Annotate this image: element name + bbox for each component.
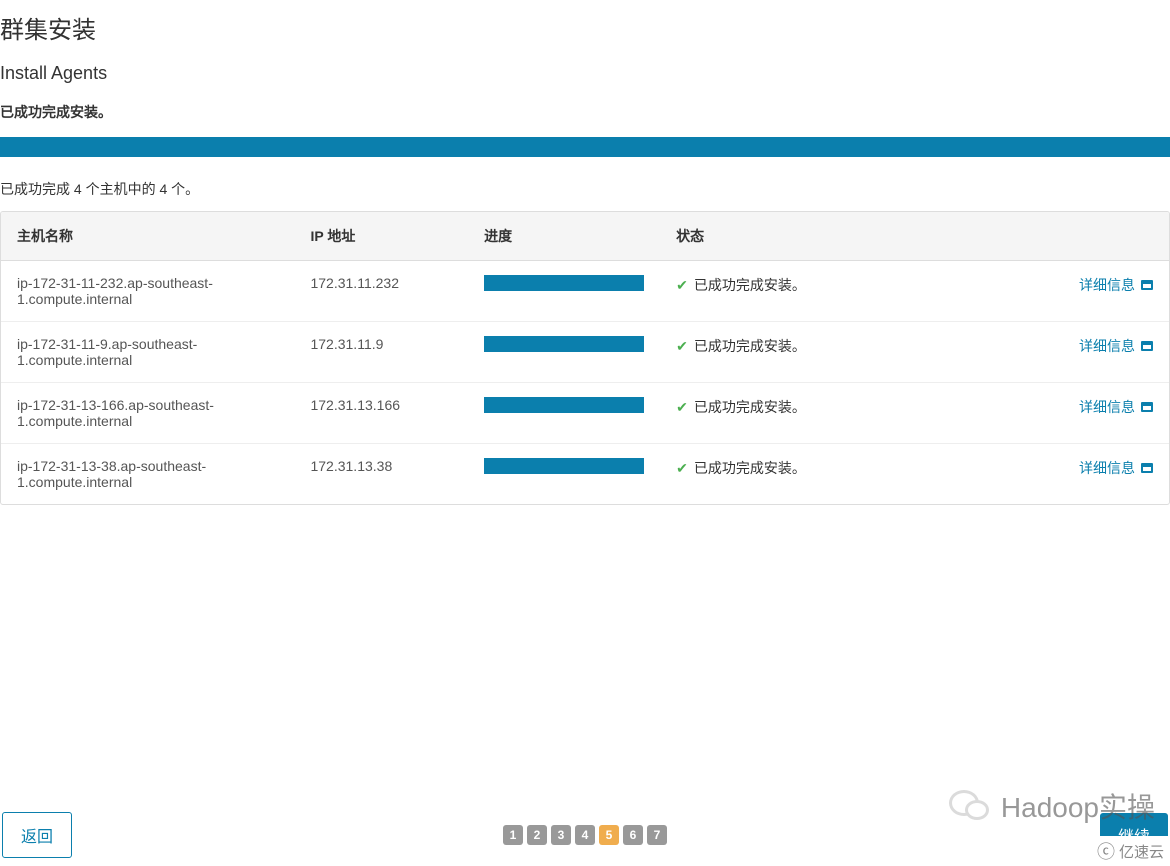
brand-watermark: ⓒ 亿速云 [1091, 836, 1170, 866]
col-header-hostname: 主机名称 [1, 212, 294, 261]
cell-details: 详细信息 [1025, 383, 1169, 444]
details-link[interactable]: 详细信息 [1079, 336, 1153, 356]
table-row: ip-172-31-11-9.ap-southeast-1.compute.in… [1, 322, 1169, 383]
table-row: ip-172-31-13-38.ap-southeast-1.compute.i… [1, 444, 1169, 505]
cell-progress [468, 322, 660, 383]
cell-details: 详细信息 [1025, 444, 1169, 505]
hosts-table: 主机名称 IP 地址 进度 状态 ip-172-31-11-232.ap-sou… [1, 212, 1169, 504]
col-header-status: 状态 [660, 212, 1025, 261]
details-link-label: 详细信息 [1079, 275, 1135, 295]
details-link-label: 详细信息 [1079, 397, 1135, 417]
page-button-3[interactable]: 3 [551, 825, 571, 845]
col-header-progress: 进度 [468, 212, 660, 261]
cell-details: 详细信息 [1025, 261, 1169, 322]
cell-hostname: ip-172-31-11-232.ap-southeast-1.compute.… [1, 261, 294, 322]
expand-icon [1141, 280, 1153, 290]
details-link-label: 详细信息 [1079, 458, 1135, 478]
back-button[interactable]: 返回 [2, 812, 72, 858]
page-button-6[interactable]: 6 [623, 825, 643, 845]
status-text: 已成功完成安装。 [694, 336, 806, 356]
progress-bar [484, 397, 644, 413]
table-row: ip-172-31-13-166.ap-southeast-1.compute.… [1, 383, 1169, 444]
details-link[interactable]: 详细信息 [1079, 397, 1153, 417]
page-button-2[interactable]: 2 [527, 825, 547, 845]
col-header-details [1025, 212, 1169, 261]
cell-status: ✔ 已成功完成安装。 [660, 383, 1025, 444]
check-icon: ✔ [676, 460, 688, 477]
cell-details: 详细信息 [1025, 322, 1169, 383]
watermark-text: Hadoop实操 [1001, 786, 1155, 826]
cell-ip: 172.31.11.9 [294, 322, 468, 383]
progress-bar [484, 275, 644, 291]
cell-progress [468, 383, 660, 444]
cell-status: ✔ 已成功完成安装。 [660, 261, 1025, 322]
check-icon: ✔ [676, 399, 688, 416]
details-link[interactable]: 详细信息 [1079, 275, 1153, 295]
cell-hostname: ip-172-31-13-38.ap-southeast-1.compute.i… [1, 444, 294, 505]
progress-summary: 已成功完成 4 个主机中的 4 个。 [0, 179, 1170, 199]
page-button-5[interactable]: 5 [599, 825, 619, 845]
hosts-table-container: 主机名称 IP 地址 进度 状态 ip-172-31-11-232.ap-sou… [0, 211, 1170, 505]
progress-bar-container [484, 336, 644, 352]
check-icon: ✔ [676, 277, 688, 294]
page-button-4[interactable]: 4 [575, 825, 595, 845]
cell-progress [468, 261, 660, 322]
status-text: 已成功完成安装。 [694, 458, 806, 478]
expand-icon [1141, 402, 1153, 412]
progress-bar-container [484, 458, 644, 474]
cell-ip: 172.31.11.232 [294, 261, 468, 322]
install-success-message: 已成功完成安装。 [0, 102, 1170, 122]
status-text: 已成功完成安装。 [694, 397, 806, 417]
table-row: ip-172-31-11-232.ap-southeast-1.compute.… [1, 261, 1169, 322]
progress-bar-container [484, 275, 644, 291]
check-icon: ✔ [676, 338, 688, 355]
cell-progress [468, 444, 660, 505]
expand-icon [1141, 341, 1153, 351]
page-button-1[interactable]: 1 [503, 825, 523, 845]
page-title: 群集安装 [0, 10, 1170, 45]
details-link[interactable]: 详细信息 [1079, 458, 1153, 478]
cloud-icon: ⓒ [1097, 838, 1115, 864]
pagination: 1234567 [503, 825, 667, 845]
brand-watermark-text: 亿速云 [1119, 841, 1164, 862]
cell-hostname: ip-172-31-13-166.ap-southeast-1.compute.… [1, 383, 294, 444]
cell-ip: 172.31.13.38 [294, 444, 468, 505]
status-text: 已成功完成安装。 [694, 275, 806, 295]
wechat-icon [945, 786, 995, 826]
cell-hostname: ip-172-31-11-9.ap-southeast-1.compute.in… [1, 322, 294, 383]
progress-bar [484, 458, 644, 474]
cell-ip: 172.31.13.166 [294, 383, 468, 444]
progress-bar-container [484, 397, 644, 413]
details-link-label: 详细信息 [1079, 336, 1135, 356]
col-header-ip: IP 地址 [294, 212, 468, 261]
page-button-7[interactable]: 7 [647, 825, 667, 845]
section-divider [0, 137, 1170, 157]
page-subtitle: Install Agents [0, 63, 1170, 84]
cell-status: ✔ 已成功完成安装。 [660, 322, 1025, 383]
expand-icon [1141, 463, 1153, 473]
watermark: Hadoop实操 [945, 786, 1155, 826]
progress-bar [484, 336, 644, 352]
cell-status: ✔ 已成功完成安装。 [660, 444, 1025, 505]
